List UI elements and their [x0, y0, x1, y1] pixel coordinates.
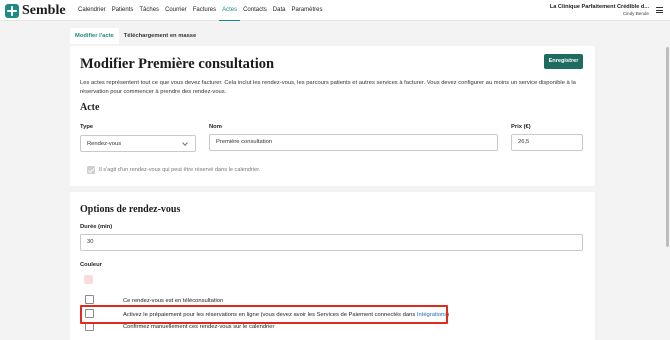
teleconsult-checkbox[interactable] [85, 295, 94, 304]
type-select-value: Rendez-vous [87, 141, 122, 147]
save-button[interactable]: Enregistrer [544, 54, 583, 69]
bookable-checkbox [87, 166, 95, 174]
page-description: Les actes représentent tout ce que vous … [80, 80, 576, 95]
main-nav: Calendrier Patients Tâches Courrier Fact… [75, 0, 325, 21]
tab-telechargement-masse[interactable]: Téléchargement en masse [119, 28, 202, 44]
nav-item-courrier[interactable]: Courrier [162, 0, 190, 21]
teleconsult-label: Ce rendez-vous est en téléconsultation [123, 298, 224, 304]
options-heading: Options de rendez-vous [80, 204, 181, 215]
name-label: Nom [209, 124, 222, 130]
price-input[interactable]: 26,5 [511, 134, 583, 151]
type-label: Type [80, 124, 94, 130]
nav-item-patients[interactable]: Patients [109, 0, 137, 21]
user-name: Cindy Bende [622, 11, 649, 16]
logo-text: Semble [22, 3, 66, 18]
nav-item-data[interactable]: Data [270, 0, 289, 21]
nav-item-taches[interactable]: Tâches [136, 0, 162, 21]
name-input[interactable]: Première consultation [209, 134, 498, 151]
page-title: Modifier Première consultation [80, 56, 275, 72]
nav-item-actes[interactable]: Actes [219, 0, 241, 21]
clinic-name: La Clinique Parfaitement Crédible d... [549, 4, 649, 10]
type-select[interactable]: Rendez-vous [80, 135, 196, 152]
semble-logo-icon [5, 4, 19, 18]
color-picker-swatch[interactable] [84, 275, 93, 284]
nav-item-parametres[interactable]: Paramètres [288, 0, 325, 21]
page-scrollbar[interactable] [662, 21, 670, 340]
color-label: Couleur [80, 262, 102, 268]
nav-item-calendrier[interactable]: Calendrier [75, 0, 109, 21]
acte-card: Modifier Première consultation Enregistr… [70, 46, 595, 186]
duration-input[interactable]: 30 [80, 234, 583, 251]
price-label: Prix (€) [511, 124, 531, 130]
bookable-note: Il s'agit d'un rendez-vous qui peut être… [99, 167, 261, 173]
hamburger-menu-icon[interactable] [656, 7, 663, 13]
duration-label: Durée (min) [80, 224, 113, 230]
nav-item-contacts[interactable]: Contacts [240, 0, 270, 21]
clinic-switcher[interactable]: La Clinique Parfaitement Crédible d... C… [550, 4, 649, 16]
semble-logo[interactable]: Semble [5, 3, 66, 19]
acte-heading: Acte [80, 102, 100, 113]
tab-modifier-acte[interactable]: Modifier l'acte [70, 28, 119, 44]
chevron-down-icon [182, 140, 188, 146]
nav-item-factures[interactable]: Factures [190, 0, 219, 21]
page-tabs: Modifier l'acte Téléchargement en masse [70, 28, 201, 44]
scrollbar-thumb[interactable] [666, 47, 669, 247]
manual-confirm-label: Confirmez manuellement ces rendez-vous s… [123, 324, 275, 330]
top-nav-bar: Semble Calendrier Patients Tâches Courri… [0, 0, 670, 21]
highlight-annotation-box [80, 305, 448, 324]
